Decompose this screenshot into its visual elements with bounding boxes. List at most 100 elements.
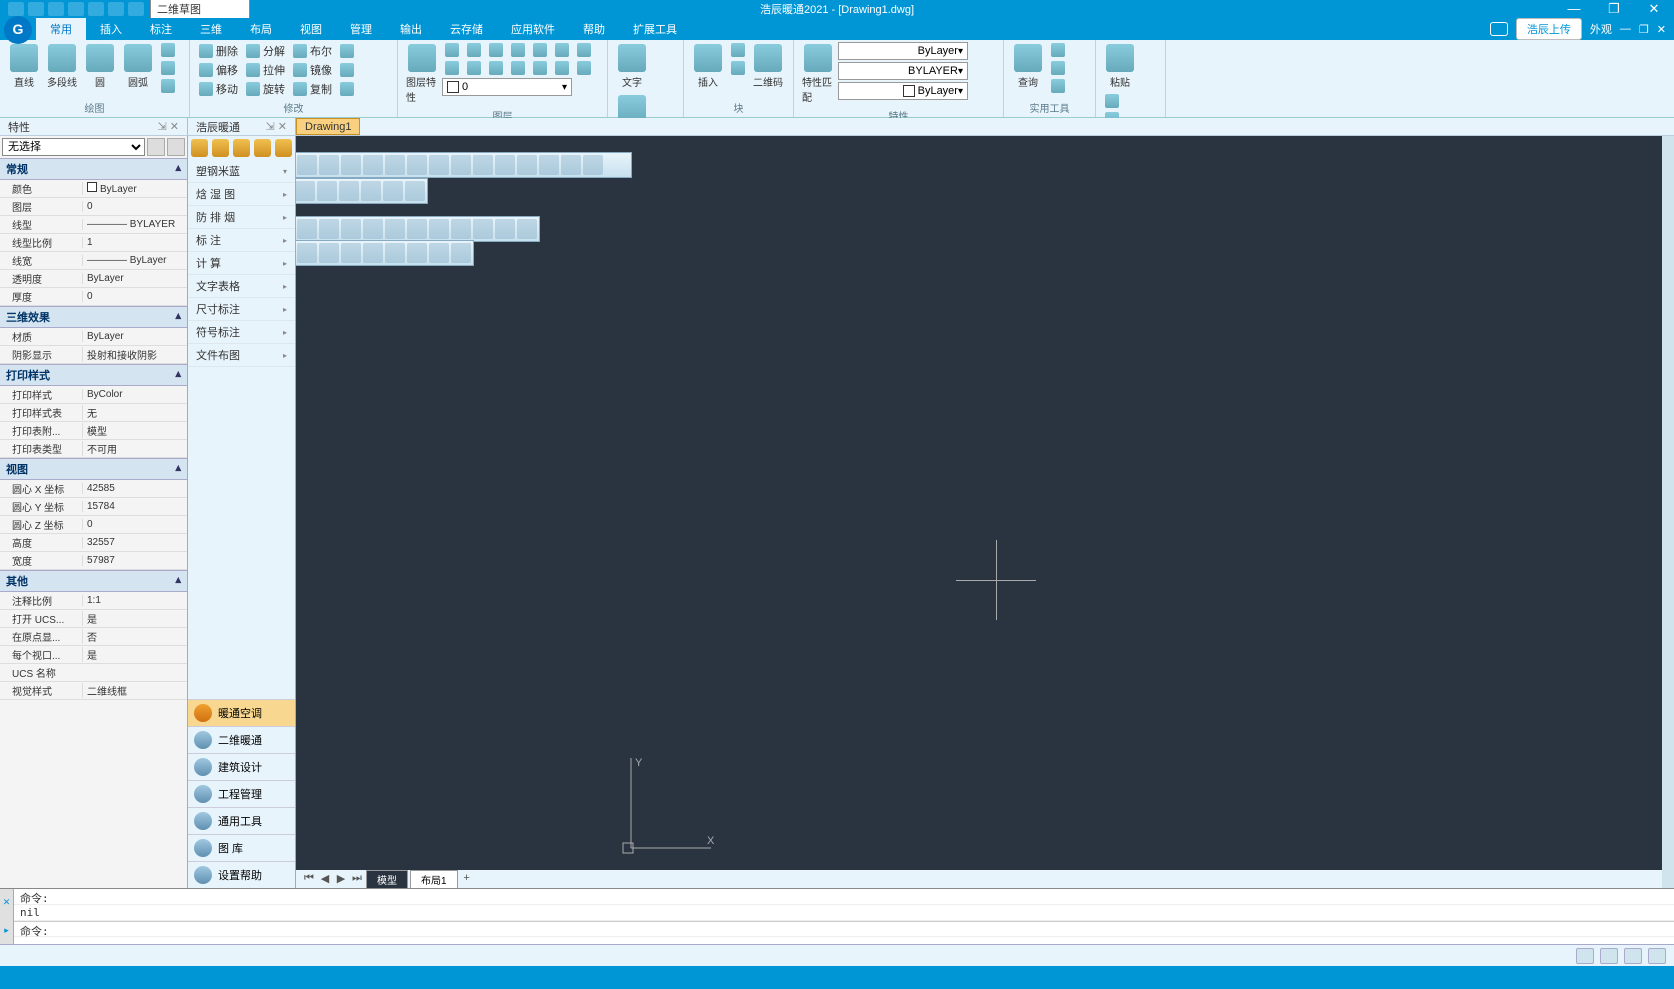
tab-manage[interactable]: 管理 xyxy=(336,18,386,40)
prop-row[interactable]: 打印表类型不可用 xyxy=(0,440,187,458)
vertical-scrollbar[interactable] xyxy=(1662,136,1674,888)
panel-tab-properties[interactable]: 特性⇲ ✕ xyxy=(0,118,188,135)
layer-ext2-button[interactable] xyxy=(464,42,484,58)
layout-prev-button[interactable]: ◀ xyxy=(318,872,332,886)
cloud-icon[interactable] xyxy=(1490,22,1508,36)
tab-home[interactable]: 常用 xyxy=(36,18,86,40)
tab-apps[interactable]: 应用软件 xyxy=(497,18,569,40)
palette-item[interactable]: 符号标注▸ xyxy=(188,321,295,344)
layer-ext12-button[interactable] xyxy=(530,60,550,76)
pin-icon[interactable]: ⇲ xyxy=(158,121,167,133)
palette-category[interactable]: 暖通空调 xyxy=(188,699,295,726)
pin-icon[interactable]: ⇲ xyxy=(266,121,275,133)
quick-select-icon[interactable] xyxy=(147,138,165,156)
layer-ext1-button[interactable] xyxy=(442,42,462,58)
prop-row[interactable]: 颜色ByLayer xyxy=(0,180,187,198)
prop-row[interactable]: 厚度0 xyxy=(0,288,187,306)
linetype-combo[interactable]: BYLAYER ▾ xyxy=(838,62,968,80)
layer-combo[interactable]: 0▾ xyxy=(442,78,572,96)
qat-save-icon[interactable] xyxy=(48,2,64,16)
palette-category[interactable]: 通用工具 xyxy=(188,807,295,834)
palette-item[interactable]: 标 注▸ xyxy=(188,229,295,252)
prop-row[interactable]: 阴影显示投射和接收阴影 xyxy=(0,346,187,364)
match-props-button[interactable]: 特性匹配 xyxy=(800,42,836,106)
prop-row[interactable]: 透明度ByLayer xyxy=(0,270,187,288)
tab-insert[interactable]: 插入 xyxy=(86,18,136,40)
prop-row[interactable]: 圆心 Y 坐标15784 xyxy=(0,498,187,516)
prop-row[interactable]: UCS 名称 xyxy=(0,664,187,682)
layer-ext8-button[interactable] xyxy=(442,60,462,76)
file-tab-drawing1[interactable]: Drawing1 xyxy=(296,118,360,135)
layout-add-button[interactable]: + xyxy=(460,872,474,886)
close-icon[interactable]: ✕ xyxy=(278,121,287,133)
layer-ext6-button[interactable] xyxy=(552,42,572,58)
palette-item[interactable]: 文字表格▸ xyxy=(188,275,295,298)
palette-category[interactable]: 工程管理 xyxy=(188,780,295,807)
offset-button[interactable]: 偏移 xyxy=(196,61,241,79)
prop-section-other[interactable]: 其他▴ xyxy=(0,570,187,592)
rotate-button[interactable]: 旋转 xyxy=(243,80,288,98)
tab-help[interactable]: 帮助 xyxy=(569,18,619,40)
maximize-button[interactable]: ❐ xyxy=(1594,0,1634,18)
palette-item[interactable]: 文件布图▸ xyxy=(188,344,295,367)
tab-view[interactable]: 视图 xyxy=(286,18,336,40)
palette-category[interactable]: 建筑设计 xyxy=(188,753,295,780)
layer-ext10-button[interactable] xyxy=(486,60,506,76)
explode-button[interactable]: 分解 xyxy=(243,42,288,60)
prop-row[interactable]: 宽度57987 xyxy=(0,552,187,570)
color-combo[interactable]: ByLayer ▾ xyxy=(838,42,968,60)
selection-combo[interactable]: 无选择 xyxy=(2,138,145,156)
palette-category[interactable]: 二维暖通 xyxy=(188,726,295,753)
layer-ext11-button[interactable] xyxy=(508,60,528,76)
prop-row[interactable]: 打印表附...模型 xyxy=(0,422,187,440)
draw-ext1-button[interactable] xyxy=(158,42,178,58)
layout-next-button[interactable]: ▶ xyxy=(334,872,348,886)
tab-ext[interactable]: 扩展工具 xyxy=(619,18,691,40)
cmdline-handle[interactable]: ✕▸ xyxy=(0,889,14,944)
prop-row[interactable]: 在原点显...否 xyxy=(0,628,187,646)
close-icon[interactable]: ✕ xyxy=(170,121,179,133)
prop-row[interactable]: 注释比例1:1 xyxy=(0,592,187,610)
util-ext1-button[interactable] xyxy=(1048,42,1068,58)
arc-button[interactable]: 圆弧 xyxy=(120,42,156,91)
palette-item[interactable]: 计 算▸ xyxy=(188,252,295,275)
prop-row[interactable]: 每个视口...是 xyxy=(0,646,187,664)
util-ext2-button[interactable] xyxy=(1048,60,1068,76)
status-toggle-1[interactable] xyxy=(1576,948,1594,964)
prop-row[interactable]: 打印样式ByColor xyxy=(0,386,187,404)
tab-annotate[interactable]: 标注 xyxy=(136,18,186,40)
qat-open-icon[interactable] xyxy=(28,2,44,16)
palette-combo[interactable]: 塑钢米蓝▾ xyxy=(188,160,295,183)
model-tab[interactable]: 模型 xyxy=(366,870,408,889)
layer-ext13-button[interactable] xyxy=(552,60,572,76)
floating-toolbar-3[interactable] xyxy=(296,216,540,242)
tab-output[interactable]: 输出 xyxy=(386,18,436,40)
mod-ext2-button[interactable] xyxy=(337,61,357,79)
mdi-close-button[interactable]: ✕ xyxy=(1657,23,1666,36)
prop-row[interactable]: 线宽———— ByLayer xyxy=(0,252,187,270)
move-button[interactable]: 移动 xyxy=(196,80,241,98)
prop-row[interactable]: 圆心 Z 坐标0 xyxy=(0,516,187,534)
prop-section-view[interactable]: 视图▴ xyxy=(0,458,187,480)
floating-toolbar-4[interactable] xyxy=(296,240,474,266)
cmd-input[interactable]: 命令: xyxy=(14,921,1674,937)
bool-button[interactable]: 布尔 xyxy=(290,42,335,60)
prop-row[interactable]: 打开 UCS...是 xyxy=(0,610,187,628)
cut-button[interactable] xyxy=(1102,93,1122,109)
drawing-canvas[interactable]: 塑钢米蓝 Y X ⏮ ◀ ▶ ⏭ 模型 布局1 + xyxy=(296,136,1662,888)
polyline-button[interactable]: 多段线 xyxy=(44,42,80,91)
mdi-minimize-button[interactable]: — xyxy=(1620,23,1631,35)
status-toggle-3[interactable] xyxy=(1624,948,1642,964)
palette-item[interactable]: 焓 湿 图▸ xyxy=(188,183,295,206)
palette-category[interactable]: 图 库 xyxy=(188,834,295,861)
layer-ext3-button[interactable] xyxy=(486,42,506,58)
block-ext1-button[interactable] xyxy=(728,42,748,58)
layer-ext7-button[interactable] xyxy=(574,42,594,58)
mod-ext3-button[interactable] xyxy=(337,80,357,98)
status-toggle-4[interactable] xyxy=(1648,948,1666,964)
floating-toolbar-2[interactable] xyxy=(296,178,428,204)
prop-section-threed[interactable]: 三维效果▴ xyxy=(0,306,187,328)
tab-cloud[interactable]: 云存储 xyxy=(436,18,497,40)
qat-new-icon[interactable] xyxy=(8,2,24,16)
panel-tab-hvac[interactable]: 浩辰暖通⇲ ✕ xyxy=(188,118,296,135)
